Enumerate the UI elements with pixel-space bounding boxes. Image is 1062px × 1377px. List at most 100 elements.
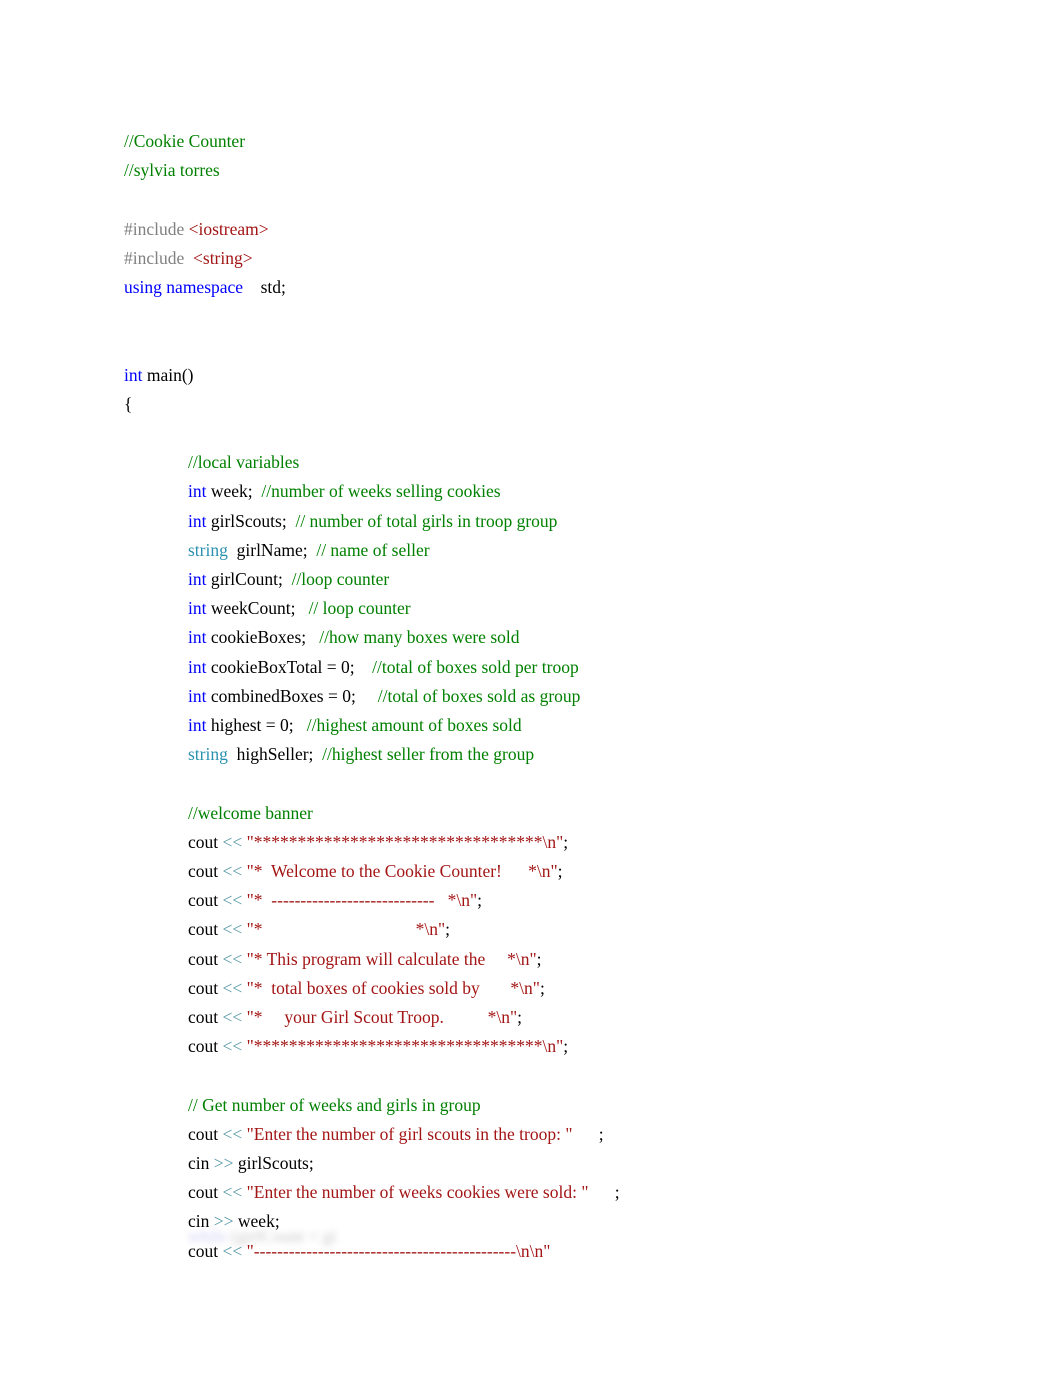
declarator-girlname: girlName; [227, 539, 317, 560]
stream-insert-operator: << [222, 890, 247, 911]
code-line-decl-highseller: string highSeller; //highest seller from… [124, 740, 1024, 769]
code-line-banner-underline: cout << "* ---------------------------- … [124, 886, 1024, 915]
code-line-open-brace: { [124, 390, 1024, 419]
string-banner-welcome: "* Welcome to the Cookie Counter! *\n" [246, 861, 558, 881]
stream-cin: cin [188, 1153, 214, 1174]
statement-terminator: ; [563, 1036, 569, 1057]
declarator-highest: highest = 0; [206, 715, 307, 735]
code-line-read-girlscouts: cin >> girlScouts; [124, 1149, 1024, 1178]
code-line-decl-highest: int highest = 0; //highest amount of box… [124, 711, 1024, 740]
code-line-banner-bottom-border: cout << "*******************************… [124, 1032, 1024, 1061]
code-line-comment-get-input: // Get number of weeks and girls in grou… [124, 1091, 1024, 1120]
stream-cout: cout [188, 831, 223, 852]
comment-highseller: //highest seller from the group [322, 744, 535, 765]
code-line-using-namespace: using namespace std; [124, 273, 1024, 302]
stream-insert-operator: << [222, 977, 247, 998]
statement-terminator: ; [588, 1182, 620, 1203]
comment-get-input: // Get number of weeks and girls in grou… [188, 1094, 481, 1115]
stream-insert-operator: << [222, 1123, 247, 1144]
declarator-cookieboxtotal: cookieBoxTotal = 0; [206, 656, 373, 677]
comment-welcome-banner: //welcome banner [188, 802, 313, 823]
declarator-combinedboxes: combinedBoxes = 0; [206, 685, 378, 706]
string-banner-spacer: "* *\n" [246, 919, 446, 940]
keyword-int-return-type: int [124, 364, 143, 385]
statement-terminator: ; [539, 977, 545, 998]
code-line-comment-welcome-banner: //welcome banner [124, 799, 1024, 828]
statement-terminator: ; [572, 1123, 604, 1144]
statement-terminator: ; [563, 831, 569, 852]
stream-cout: cout [188, 977, 223, 998]
code-line-include-iostream: #include <iostream> [124, 215, 1024, 244]
code-line-main-signature: int main() [124, 361, 1024, 390]
comment-local-variables: //local variables [188, 452, 300, 473]
declarator-highseller: highSeller; [227, 744, 323, 765]
statement-terminator: ; [557, 861, 563, 881]
code-line-banner-desc-3: cout << "* your Girl Scout Troop. *\n"; [124, 1003, 1024, 1032]
stream-insert-operator: << [222, 919, 247, 940]
keyword-int: int [188, 598, 207, 619]
stream-insert-operator: << [222, 1007, 247, 1028]
main-signature: main() [142, 364, 194, 385]
stream-cout: cout [188, 1182, 223, 1203]
code-line-decl-girlcount: int girlCount; //loop counter [124, 565, 1024, 594]
declarator-girlcount: girlCount; [206, 568, 292, 589]
declarator-cookieboxes: cookieBoxes; [206, 627, 320, 648]
faded-trailing-code-line: while (girlCount < gi [188, 1222, 336, 1251]
code-line-banner-desc-1: cout << "* This program will calculate t… [124, 945, 1024, 974]
keyword-int: int [188, 685, 207, 706]
keyword-int: int [188, 715, 207, 735]
stream-insert-operator: << [222, 948, 247, 969]
code-line-banner-welcome: cout << "* Welcome to the Cookie Counter… [124, 857, 1024, 886]
code-line-decl-cookieboxtotal: int cookieBoxTotal = 0; //total of boxes… [124, 653, 1024, 682]
namespace-value-std: std; [243, 277, 286, 297]
code-line-comment-author: //sylvia torres [124, 156, 1024, 185]
variable-girlscouts: girlScouts; [237, 1153, 314, 1174]
comment-title: //Cookie Counter [124, 131, 246, 151]
statement-terminator: ; [477, 890, 482, 911]
comment-author: //sylvia torres [124, 160, 220, 181]
string-banner-top-border: "*********************************\n" [246, 831, 564, 852]
document-page: //Cookie Counter //sylvia torres #includ… [0, 0, 1062, 1377]
code-line-decl-weekcount: int weekCount; // loop counter [124, 594, 1024, 623]
preprocessor-include-keyword: #include [124, 218, 189, 239]
comment-girlcount: //loop counter [291, 568, 390, 589]
code-line-decl-combinedboxes: int combinedBoxes = 0; //total of boxes … [124, 682, 1024, 711]
comment-girlscouts: // number of total girls in troop group [295, 510, 558, 531]
code-line-prompt-girlscouts: cout << "Enter the number of girl scouts… [124, 1120, 1024, 1149]
comment-highest: //highest amount of boxes sold [306, 715, 522, 735]
statement-terminator: ; [536, 948, 542, 969]
stream-cout: cout [188, 919, 223, 940]
open-brace: { [124, 393, 133, 414]
declarator-week: week; [206, 481, 262, 502]
declarator-weekcount: weekCount; [206, 598, 309, 619]
faded-keyword: while [188, 1226, 227, 1246]
string-prompt-weeks: "Enter the number of weeks cookies were … [246, 1182, 589, 1203]
string-banner-bottom-border: "*********************************\n" [246, 1036, 564, 1057]
stream-insert-operator: << [222, 1182, 247, 1203]
keyword-int: int [188, 481, 207, 502]
string-prompt-girlscouts: "Enter the number of girl scouts in the … [246, 1123, 573, 1144]
comment-cookieboxtotal: //total of boxes sold per troop [372, 656, 579, 677]
stream-cout: cout [188, 1036, 223, 1057]
code-line-banner-top-border: cout << "*******************************… [124, 828, 1024, 857]
comment-week: //number of weeks selling cookies [261, 481, 501, 502]
include-header-iostream: <iostream> [188, 218, 269, 239]
keyword-int: int [188, 656, 207, 677]
comment-weekcount: // loop counter [308, 598, 411, 619]
stream-extract-operator: >> [213, 1153, 238, 1174]
keyword-int: int [188, 627, 207, 648]
keyword-int: int [188, 510, 207, 531]
string-banner-desc-3: "* your Girl Scout Troop. *\n" [246, 1007, 518, 1028]
comment-girlname: // name of seller [316, 539, 430, 560]
code-line-banner-spacer: cout << "* *\n"; [124, 915, 1024, 944]
code-line-decl-girlname: string girlName; // name of seller [124, 536, 1024, 565]
code-line-decl-week: int week; //number of weeks selling cook… [124, 477, 1024, 506]
stream-cout: cout [188, 1007, 223, 1028]
declarator-girlscouts: girlScouts; [206, 510, 296, 531]
code-line-include-string: #include <string> [124, 244, 1024, 273]
keyword-using-namespace: using namespace [124, 277, 244, 297]
